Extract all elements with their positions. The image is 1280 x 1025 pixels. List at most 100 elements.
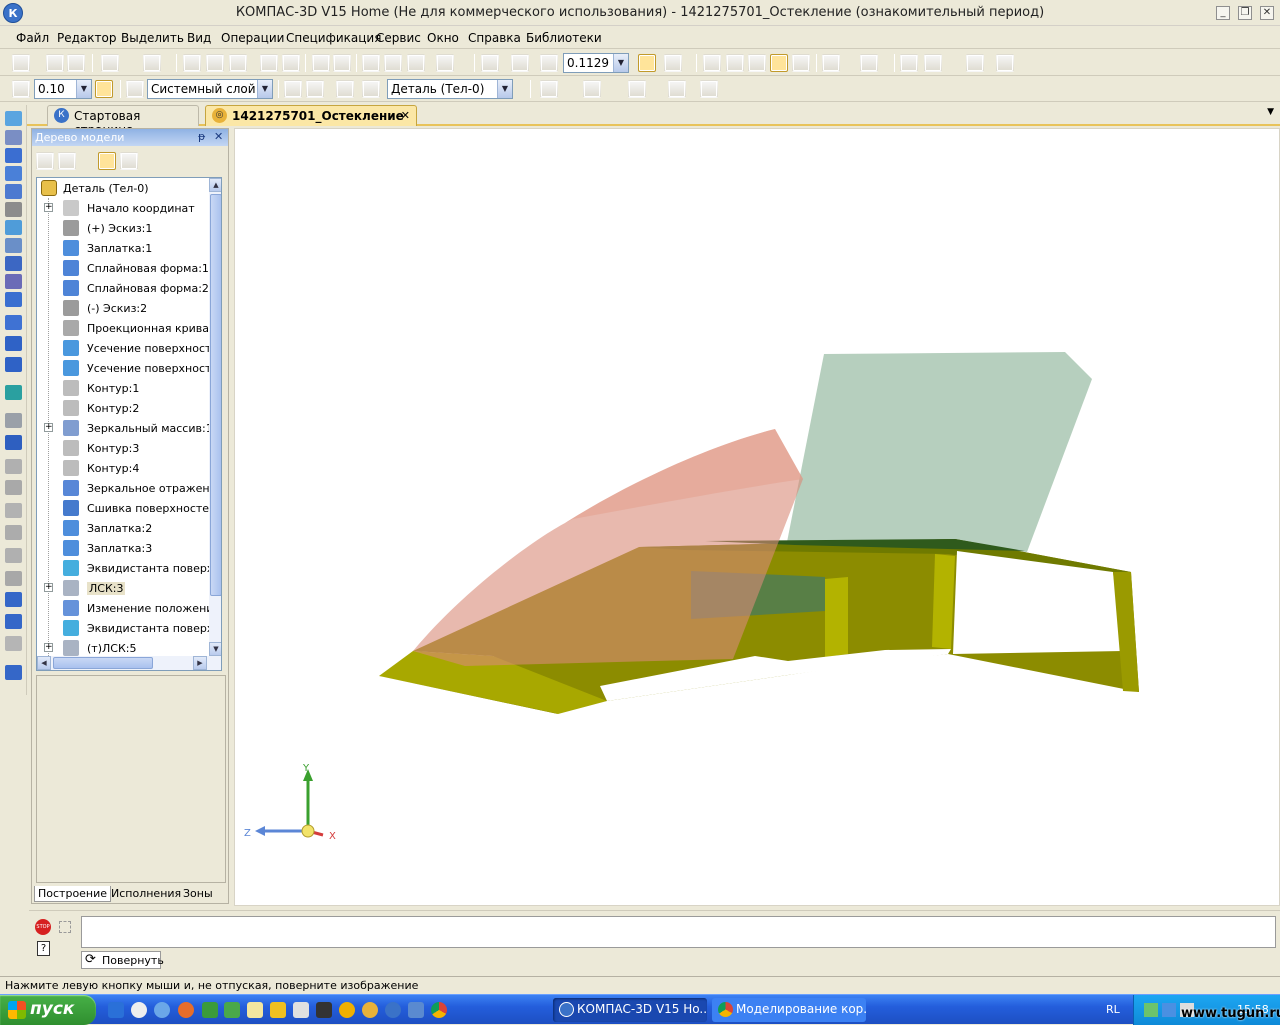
- tree-item[interactable]: Сшивка поверхностей:3: [37, 498, 209, 518]
- property-input-area[interactable]: [81, 916, 1276, 948]
- tree-item[interactable]: Контур:1: [37, 378, 209, 398]
- tab-versions[interactable]: Исполнения: [108, 886, 184, 902]
- minimize-button[interactable]: _: [1216, 6, 1230, 20]
- tree-item[interactable]: + ЛСК:3: [37, 578, 209, 598]
- filter-icon[interactable]: [822, 54, 840, 72]
- dimensions-icon[interactable]: [5, 202, 22, 217]
- zoom-all-icon[interactable]: [511, 54, 529, 72]
- tree-mode-icon[interactable]: [98, 152, 116, 170]
- save-icon[interactable]: [67, 54, 85, 72]
- rotate-view-icon[interactable]: [638, 54, 656, 72]
- preview-icon[interactable]: [143, 54, 161, 72]
- tree-horizontal-scrollbar[interactable]: ◀ ▶: [37, 656, 221, 670]
- fillet-icon[interactable]: [5, 435, 22, 450]
- help-pointer-icon[interactable]: [436, 54, 454, 72]
- tree-item[interactable]: Проекционная кривая:1: [37, 318, 209, 338]
- redo-icon[interactable]: [333, 54, 351, 72]
- shaded-edges-icon[interactable]: [792, 54, 810, 72]
- tree-item[interactable]: Контур:4: [37, 458, 209, 478]
- app-icon-6[interactable]: [339, 1002, 355, 1018]
- tree-item[interactable]: Зеркальное отражение: [37, 478, 209, 498]
- libraries-icon[interactable]: [966, 54, 984, 72]
- hidden-lines-icon[interactable]: [726, 54, 744, 72]
- draft-icon[interactable]: [5, 525, 22, 540]
- close-button[interactable]: ✕: [1260, 6, 1274, 20]
- close-panel-icon[interactable]: ✕: [214, 130, 223, 143]
- layers-icon[interactable]: [362, 54, 380, 72]
- kompas-quick-icon[interactable]: [385, 1002, 401, 1018]
- menu-libraries[interactable]: Библиотеки: [526, 31, 602, 45]
- expand-node-icon[interactable]: +: [44, 643, 53, 652]
- elements-icon[interactable]: [5, 274, 22, 289]
- tree-item[interactable]: Усечение поверхности:: [37, 358, 209, 378]
- app-icon-1[interactable]: [202, 1002, 218, 1018]
- hide-icon[interactable]: [628, 80, 646, 98]
- editing-panel-icon[interactable]: [5, 111, 22, 126]
- tree-item[interactable]: (+) Эскиз:1: [37, 218, 209, 238]
- restore-button[interactable]: ❐: [1238, 6, 1252, 20]
- tree-item[interactable]: Заплатка:2: [37, 518, 209, 538]
- tree-item[interactable]: Контур:3: [37, 438, 209, 458]
- paste-icon[interactable]: [229, 54, 247, 72]
- loft-icon[interactable]: [5, 385, 22, 400]
- step-combo[interactable]: 0.10 ▼: [34, 79, 92, 99]
- surfaces-icon[interactable]: [5, 148, 22, 163]
- app-icon-3[interactable]: [270, 1002, 286, 1018]
- wireframe-icon[interactable]: [703, 54, 721, 72]
- scroll-thumb[interactable]: [210, 194, 221, 596]
- zoom-combo[interactable]: 0.1129 ▼: [563, 53, 629, 73]
- menu-file[interactable]: Файл: [16, 31, 49, 45]
- layer-icon[interactable]: [126, 80, 144, 98]
- thread-icon[interactable]: [5, 571, 22, 586]
- detail-combo[interactable]: Деталь (Тел-0) ▼: [387, 79, 513, 99]
- tree-item[interactable]: Эквидистанта поверхно: [37, 618, 209, 638]
- assembly-icon[interactable]: [924, 54, 942, 72]
- stop-icon[interactable]: STOP: [35, 919, 51, 935]
- new-document-icon[interactable]: [12, 54, 30, 72]
- app-icon-5[interactable]: [316, 1002, 332, 1018]
- revolve-icon[interactable]: [5, 336, 22, 351]
- tree-structure-icon[interactable]: [36, 152, 54, 170]
- app-icon-7[interactable]: [362, 1002, 378, 1018]
- tree-item[interactable]: Усечение поверхности:: [37, 338, 209, 358]
- notepad-icon[interactable]: [247, 1002, 263, 1018]
- spatial-curves-icon[interactable]: [5, 130, 22, 145]
- current-part-icon[interactable]: [362, 80, 380, 98]
- menu-window[interactable]: Окно: [427, 31, 459, 45]
- expand-node-icon[interactable]: +: [44, 423, 53, 432]
- material-icon[interactable]: [540, 80, 558, 98]
- tree-item[interactable]: (-) Эскиз:2: [37, 298, 209, 318]
- close-tab-icon[interactable]: ✕: [401, 109, 410, 122]
- color-icon[interactable]: [583, 80, 601, 98]
- dimension-icon[interactable]: [700, 80, 718, 98]
- split-icon[interactable]: [5, 592, 22, 607]
- sheet-metal-icon[interactable]: [5, 292, 22, 307]
- arrays-icon[interactable]: [5, 166, 22, 181]
- model-tree[interactable]: Деталь (Тел-0) + Начало координат (+) Эски…: [36, 177, 222, 671]
- hscroll-thumb[interactable]: [53, 657, 153, 669]
- menu-specification[interactable]: Спецификация: [286, 31, 381, 45]
- tab-build[interactable]: Построение: [34, 886, 112, 902]
- tree-item[interactable]: Эквидистанта поверхно: [37, 558, 209, 578]
- ortho-icon[interactable]: [95, 80, 113, 98]
- tree-root[interactable]: Деталь (Тел-0): [37, 178, 209, 198]
- display-icon[interactable]: [996, 54, 1014, 72]
- rib-icon[interactable]: [5, 503, 22, 518]
- tree-vertical-scrollbar[interactable]: ▲ ▼: [209, 178, 221, 656]
- transform-icon[interactable]: [306, 80, 324, 98]
- boolean-icon[interactable]: [5, 614, 22, 629]
- orientation-icon[interactable]: [664, 54, 682, 72]
- zoom-in-icon[interactable]: [540, 54, 558, 72]
- rotate-tab[interactable]: ⟳ Повернуть: [81, 951, 164, 969]
- tab-list-chevron-icon[interactable]: ▼: [1267, 107, 1274, 117]
- snap-icon[interactable]: [12, 80, 30, 98]
- scroll-down-icon[interactable]: ▼: [209, 642, 221, 656]
- part-icon[interactable]: [900, 54, 918, 72]
- shaded-icon[interactable]: [770, 54, 788, 72]
- app-icon-2[interactable]: [224, 1002, 240, 1018]
- zoom-window-icon[interactable]: [481, 54, 499, 72]
- cut-extrude-icon[interactable]: [5, 413, 22, 428]
- copy-icon[interactable]: [206, 54, 224, 72]
- tree-item[interactable]: Сплайновая форма:2: [37, 278, 209, 298]
- help-icon[interactable]: ?: [37, 941, 50, 956]
